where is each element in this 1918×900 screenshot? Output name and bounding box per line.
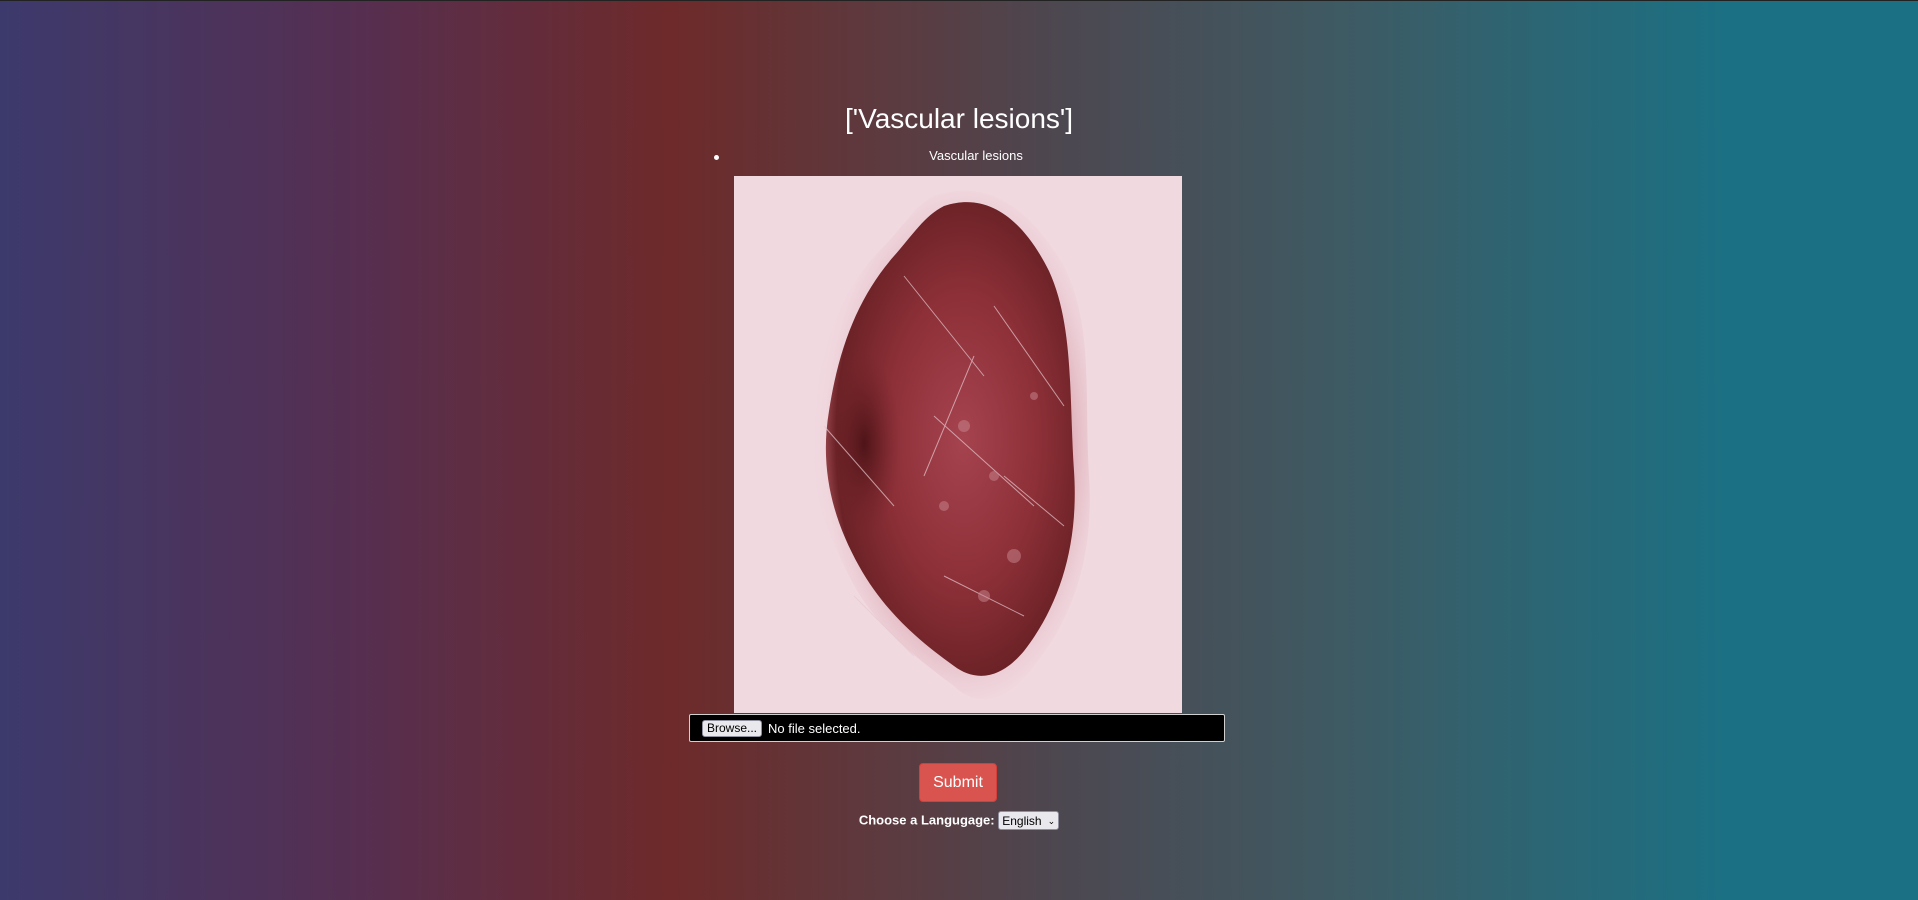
language-row: Choose a Langugage: English ⌄ [0,811,1918,831]
result-item: Vascular lesions [714,146,1218,166]
result-label: Vascular lesions [929,148,1023,163]
page-title: ['Vascular lesions'] [844,103,1074,134]
top-border [0,0,1918,1]
submit-button[interactable]: Submit [919,763,997,802]
result-list: Vascular lesions [714,146,1218,166]
chevron-down-icon: ⌄ [1047,815,1056,826]
lesion-image [734,176,1182,713]
bullet-icon [714,155,719,160]
language-selected-value: English [1002,813,1042,828]
language-label: Choose a Langugage: [858,812,995,828]
language-select[interactable]: English ⌄ [998,811,1060,831]
browse-button[interactable]: Browse... [702,719,763,737]
file-status-text: No file selected. [768,720,861,736]
file-upload-field[interactable]: Browse... No file selected. [689,714,1225,742]
